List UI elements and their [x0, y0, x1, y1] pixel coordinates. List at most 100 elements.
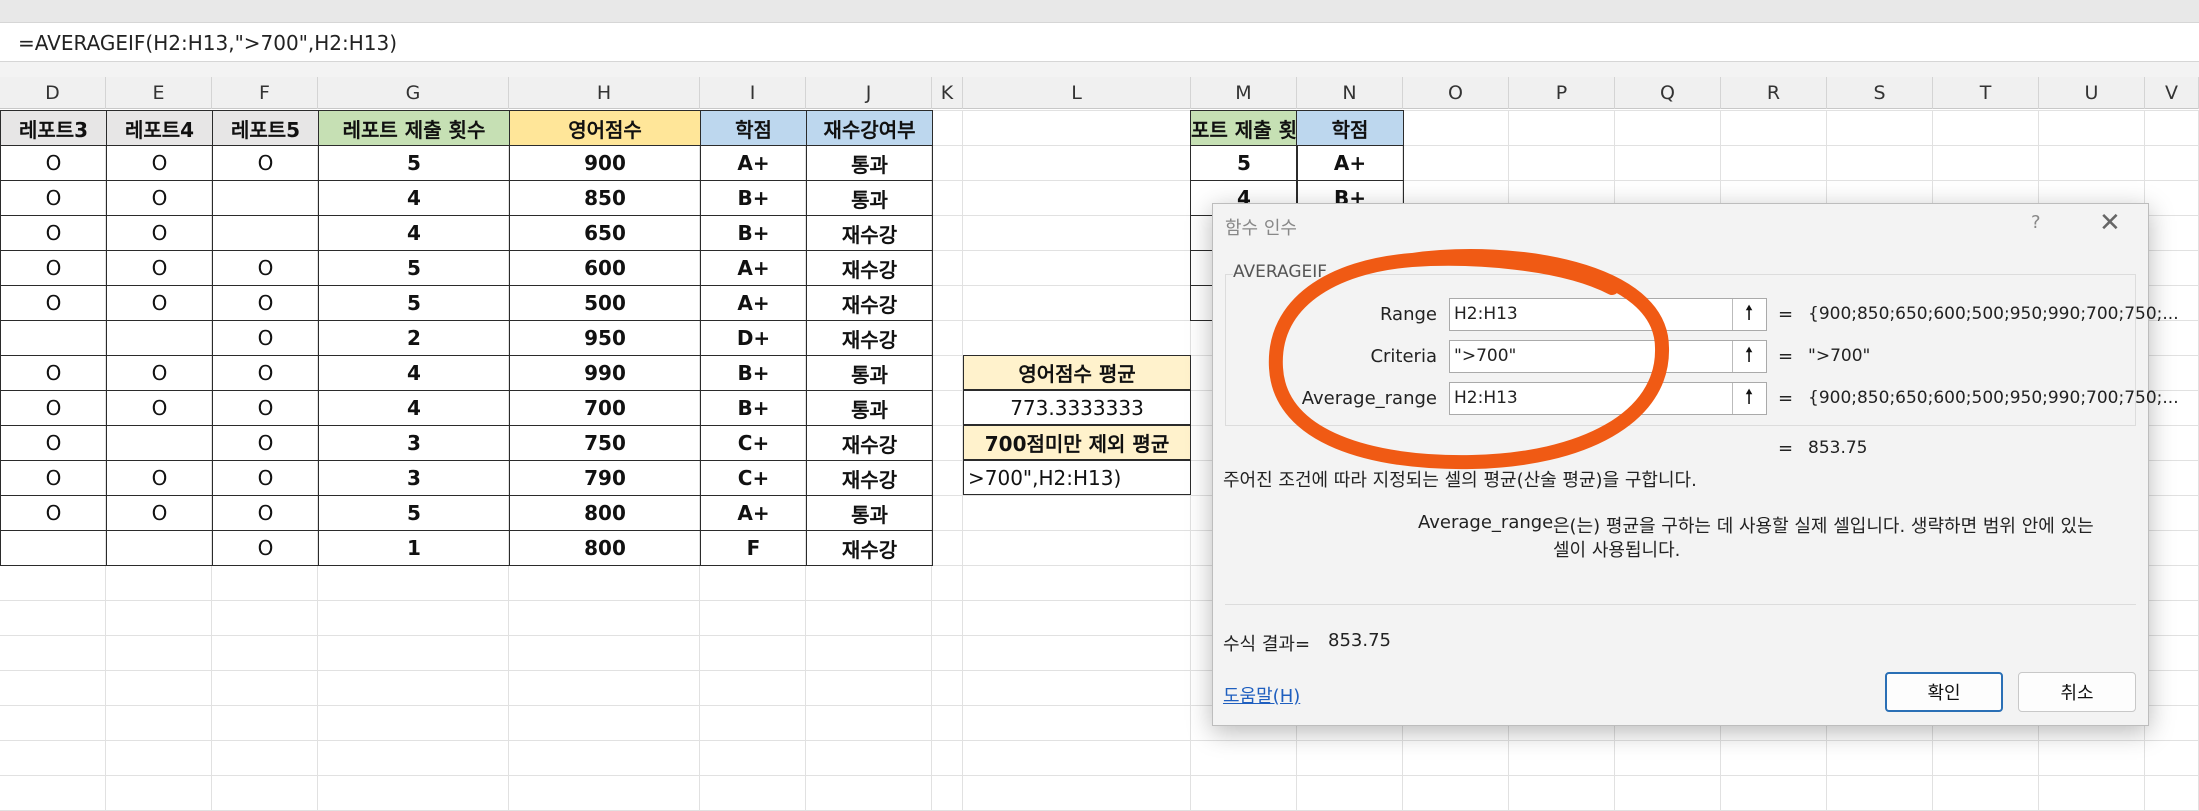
table-cell[interactable]: [212, 180, 319, 216]
submitted-mark[interactable]: O: [106, 495, 213, 531]
table-cell[interactable]: 통과: [806, 180, 933, 216]
table-cell[interactable]: 4: [318, 180, 510, 216]
column-header-g[interactable]: G: [318, 77, 509, 109]
side-cell[interactable]: 5: [1190, 145, 1298, 181]
table-cell[interactable]: [106, 530, 213, 566]
submitted-mark[interactable]: O: [212, 425, 319, 461]
table-cell[interactable]: [0, 320, 107, 356]
submitted-mark[interactable]: O: [106, 460, 213, 496]
formula-text[interactable]: =AVERAGEIF(H2:H13,">700",H2:H13): [18, 31, 397, 55]
table-cell[interactable]: C+: [700, 425, 807, 461]
table-cell[interactable]: [106, 320, 213, 356]
table-cell[interactable]: 4: [318, 355, 510, 391]
table-cell[interactable]: 통과: [806, 145, 933, 181]
table-cell[interactable]: 3: [318, 460, 510, 496]
cancel-button[interactable]: 취소: [2018, 672, 2136, 712]
ok-button[interactable]: 확인: [1885, 672, 2003, 712]
submitted-mark[interactable]: O: [0, 495, 107, 531]
table-cell[interactable]: 재수강: [806, 425, 933, 461]
table-cell[interactable]: 900: [509, 145, 701, 181]
table-header-cell[interactable]: 학점: [700, 110, 807, 146]
submitted-mark[interactable]: O: [106, 250, 213, 286]
submitted-mark[interactable]: O: [0, 250, 107, 286]
table-cell[interactable]: 990: [509, 355, 701, 391]
table-cell[interactable]: 재수강: [806, 530, 933, 566]
column-header-e[interactable]: E: [106, 77, 212, 109]
table-cell[interactable]: D+: [700, 320, 807, 356]
submitted-mark[interactable]: O: [0, 460, 107, 496]
side-header-cell[interactable]: 학점: [1296, 110, 1404, 146]
submitted-mark[interactable]: O: [0, 285, 107, 321]
submitted-mark[interactable]: O: [0, 425, 107, 461]
submitted-mark[interactable]: O: [0, 145, 107, 181]
table-cell[interactable]: 재수강: [806, 250, 933, 286]
table-cell[interactable]: 5: [318, 495, 510, 531]
table-cell[interactable]: 4: [318, 390, 510, 426]
column-header-l[interactable]: L: [963, 77, 1191, 109]
column-header-d[interactable]: D: [0, 77, 106, 109]
table-cell[interactable]: B+: [700, 355, 807, 391]
submitted-mark[interactable]: O: [106, 145, 213, 181]
criteria-input[interactable]: ">700": [1449, 340, 1767, 373]
side-header-cell[interactable]: 레포트 제출 횟수: [1190, 110, 1298, 146]
table-header-cell[interactable]: 레포트4: [106, 110, 213, 146]
help-icon[interactable]: ?: [2031, 212, 2041, 233]
table-cell[interactable]: A+: [700, 250, 807, 286]
submitted-mark[interactable]: O: [106, 180, 213, 216]
formula-bar[interactable]: =AVERAGEIF(H2:H13,">700",H2:H13): [0, 22, 2199, 62]
column-header-f[interactable]: F: [212, 77, 318, 109]
table-cell[interactable]: A+: [700, 495, 807, 531]
average-range-collapse-button[interactable]: 🠕: [1732, 383, 1765, 414]
submitted-mark[interactable]: O: [212, 390, 319, 426]
submitted-mark[interactable]: O: [212, 355, 319, 391]
table-cell[interactable]: 통과: [806, 390, 933, 426]
submitted-mark[interactable]: O: [0, 215, 107, 251]
column-header-i[interactable]: I: [700, 77, 806, 109]
close-icon[interactable]: ✕: [2099, 208, 2121, 238]
table-cell[interactable]: 재수강: [806, 215, 933, 251]
submitted-mark[interactable]: O: [106, 215, 213, 251]
table-header-cell[interactable]: 영어점수: [509, 110, 701, 146]
table-cell[interactable]: B+: [700, 215, 807, 251]
column-header-q[interactable]: Q: [1615, 77, 1721, 109]
range-collapse-button[interactable]: 🠕: [1732, 299, 1765, 330]
table-cell[interactable]: 750: [509, 425, 701, 461]
table-cell[interactable]: 500: [509, 285, 701, 321]
table-cell[interactable]: 재수강: [806, 320, 933, 356]
submitted-mark[interactable]: O: [212, 285, 319, 321]
submitted-mark[interactable]: O: [106, 285, 213, 321]
english-average-label[interactable]: 영어점수 평균: [963, 355, 1191, 390]
submitted-mark[interactable]: O: [212, 145, 319, 181]
submitted-mark[interactable]: O: [0, 390, 107, 426]
submitted-mark[interactable]: O: [0, 355, 107, 391]
table-cell[interactable]: 950: [509, 320, 701, 356]
table-cell[interactable]: 800: [509, 530, 701, 566]
column-header-u[interactable]: U: [2039, 77, 2145, 109]
table-cell[interactable]: 850: [509, 180, 701, 216]
table-header-cell[interactable]: 재수강여부: [806, 110, 933, 146]
table-cell[interactable]: 800: [509, 495, 701, 531]
table-cell[interactable]: 5: [318, 250, 510, 286]
table-cell[interactable]: C+: [700, 460, 807, 496]
submitted-mark[interactable]: O: [106, 355, 213, 391]
table-cell[interactable]: B+: [700, 390, 807, 426]
column-header-r[interactable]: R: [1721, 77, 1827, 109]
table-cell[interactable]: [106, 425, 213, 461]
table-cell[interactable]: 700: [509, 390, 701, 426]
column-header-h[interactable]: H: [509, 77, 700, 109]
column-header-j[interactable]: J: [806, 77, 932, 109]
criteria-collapse-button[interactable]: 🠕: [1732, 341, 1765, 372]
table-cell[interactable]: 재수강: [806, 460, 933, 496]
table-cell[interactable]: 통과: [806, 495, 933, 531]
table-cell[interactable]: A+: [700, 145, 807, 181]
help-link[interactable]: 도움말(H): [1223, 682, 1300, 708]
table-cell[interactable]: A+: [700, 285, 807, 321]
column-header-t[interactable]: T: [1933, 77, 2039, 109]
column-header-n[interactable]: N: [1297, 77, 1403, 109]
column-header-k[interactable]: K: [932, 77, 963, 109]
table-cell[interactable]: [0, 530, 107, 566]
table-cell[interactable]: 790: [509, 460, 701, 496]
column-header-m[interactable]: M: [1191, 77, 1297, 109]
table-cell[interactable]: 재수강: [806, 285, 933, 321]
submitted-mark[interactable]: O: [212, 250, 319, 286]
